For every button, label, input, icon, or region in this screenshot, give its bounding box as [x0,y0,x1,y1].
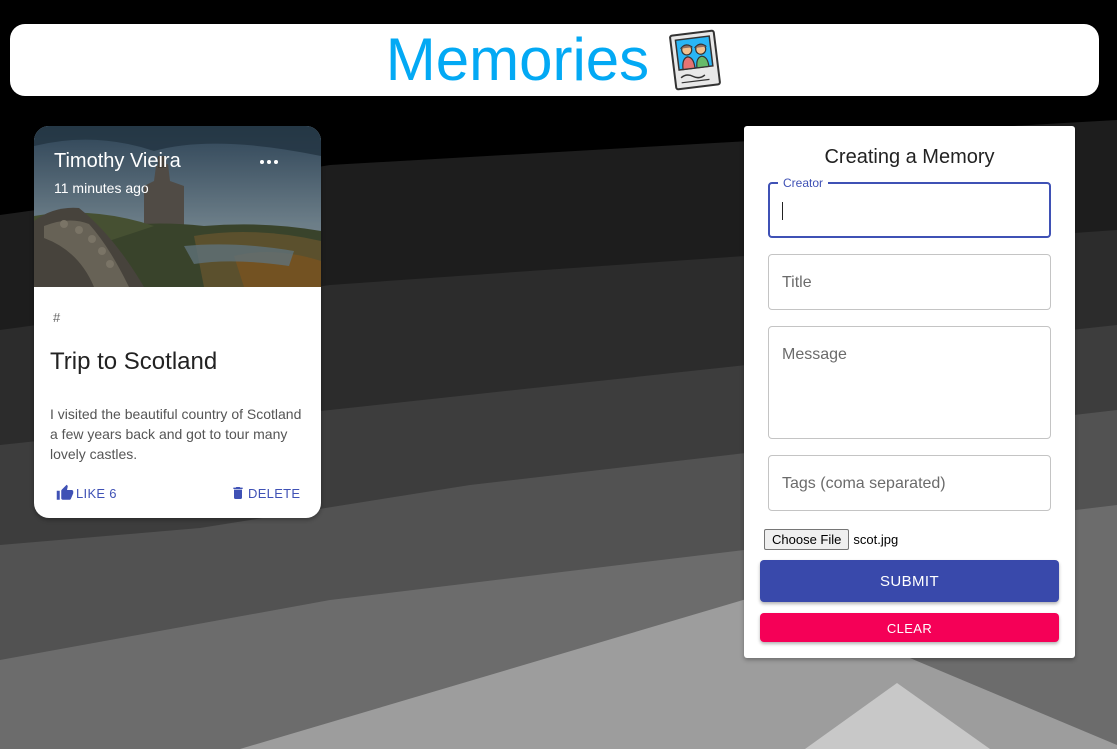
choose-file-button[interactable]: Choose File [764,529,850,550]
message-input[interactable] [769,327,1050,438]
delete-label: DELETE [248,485,301,501]
app-title: Memories [385,26,650,93]
thumb-up-icon [56,484,74,500]
more-options-icon[interactable] [258,152,280,172]
form-heading: Creating a Memory [824,146,995,168]
memory-form: Creating a Memory Creator Title Message … [744,126,1075,658]
more-dot [260,160,264,164]
post-creator: Timothy Vieira [54,150,181,172]
post-actions: LIKE 6 DELETE [34,484,321,508]
post-title: Trip to Scotland [50,348,218,375]
app-header: Memories [10,24,1099,96]
trash-icon [233,487,243,499]
memories-photo-icon [669,29,722,91]
like-button[interactable]: LIKE 6 [56,484,117,502]
post-message: I visited the beautiful country of Scotl… [50,406,302,462]
creator-field[interactable]: Creator [768,176,1051,238]
post-timestamp: 11 minutes ago [54,180,149,196]
selected-file-name: scot.jpg [853,532,899,547]
more-dot [274,160,278,164]
more-dot [267,160,271,164]
creator-input[interactable] [770,184,1049,236]
post-tags: # [53,310,61,325]
post-card: Timothy Vieira 11 minutes ago # Trip to … [34,126,321,518]
tags-input[interactable] [769,456,1050,510]
submit-button[interactable]: SUBMIT [760,560,1059,602]
title-input[interactable] [769,255,1050,309]
clear-button[interactable]: CLEAR [760,613,1059,642]
message-field[interactable]: Message [768,326,1051,439]
like-label: LIKE 6 [76,485,117,501]
tags-field[interactable]: Tags (coma separated) [768,455,1051,511]
title-field[interactable]: Title [768,254,1051,310]
file-input: Choose File scot.jpg [764,529,898,550]
delete-button[interactable]: DELETE [230,484,300,502]
